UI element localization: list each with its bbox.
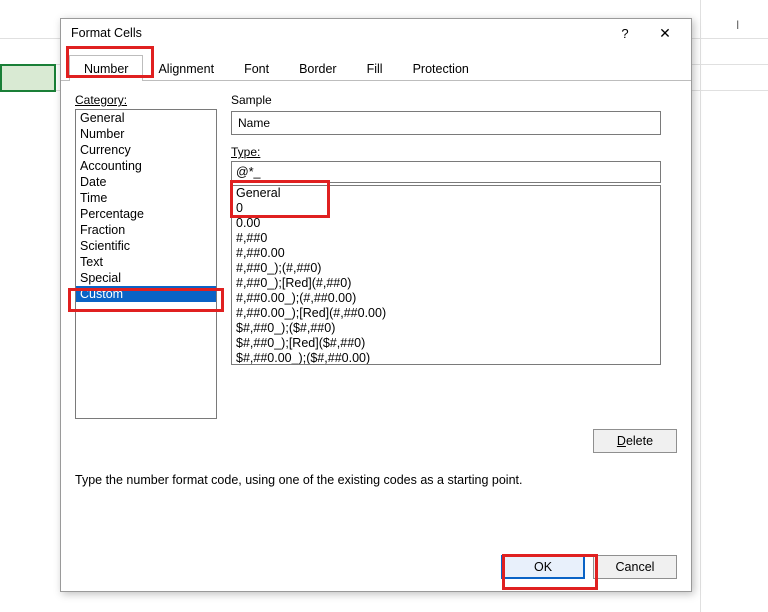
format-item[interactable]: #,##0 <box>232 231 660 246</box>
category-item[interactable]: Text <box>76 254 216 270</box>
category-item[interactable]: Special <box>76 270 216 286</box>
category-item[interactable]: Currency <box>76 142 216 158</box>
type-input[interactable] <box>231 161 661 183</box>
format-item[interactable]: 0.00 <box>232 216 660 231</box>
format-item[interactable]: #,##0_);(#,##0) <box>232 261 660 276</box>
format-item[interactable]: $#,##0_);($#,##0) <box>232 321 660 336</box>
category-label: Category: <box>75 93 127 107</box>
dialog-footer: OK Cancel <box>61 543 691 591</box>
tab-border[interactable]: Border <box>284 55 352 81</box>
tab-protection[interactable]: Protection <box>398 55 484 81</box>
category-item[interactable]: Percentage <box>76 206 216 222</box>
sample-value: Name <box>231 111 661 135</box>
column-header: I <box>736 18 739 32</box>
format-item[interactable]: #,##0.00_);(#,##0.00) <box>232 291 660 306</box>
category-item[interactable]: Custom <box>76 286 216 302</box>
format-item[interactable]: #,##0.00 <box>232 246 660 261</box>
tab-font[interactable]: Font <box>229 55 284 81</box>
delete-button[interactable]: Delete <box>593 429 677 453</box>
tab-strip: NumberAlignmentFontBorderFillProtection <box>61 51 691 81</box>
category-item[interactable]: Scientific <box>76 238 216 254</box>
format-item[interactable]: 0 <box>232 201 660 216</box>
format-item[interactable]: General <box>232 186 660 201</box>
dialog-body: Category: GeneralNumberCurrencyAccountin… <box>61 81 691 543</box>
format-item[interactable]: #,##0.00_);[Red](#,##0.00) <box>232 306 660 321</box>
category-item[interactable]: Accounting <box>76 158 216 174</box>
category-item[interactable]: Time <box>76 190 216 206</box>
dialog-titlebar: Format Cells ? ✕ <box>61 19 691 47</box>
category-item[interactable]: Number <box>76 126 216 142</box>
category-item[interactable]: Fraction <box>76 222 216 238</box>
type-label: Type: <box>231 145 260 159</box>
selected-cell <box>0 64 56 92</box>
sample-label: Sample <box>231 93 677 107</box>
right-pane: Sample Name Type: General00.00#,##0#,##0… <box>231 93 677 365</box>
category-item[interactable]: Date <box>76 174 216 190</box>
category-listbox[interactable]: GeneralNumberCurrencyAccountingDateTimeP… <box>75 109 217 419</box>
close-button[interactable]: ✕ <box>645 22 685 44</box>
ok-button[interactable]: OK <box>501 555 585 579</box>
format-item[interactable]: #,##0_);[Red](#,##0) <box>232 276 660 291</box>
hint-text: Type the number format code, using one o… <box>75 473 677 487</box>
dialog-title: Format Cells <box>71 26 605 40</box>
help-button[interactable]: ? <box>605 22 645 44</box>
cancel-button[interactable]: Cancel <box>593 555 677 579</box>
tab-number[interactable]: Number <box>69 55 143 81</box>
tab-alignment[interactable]: Alignment <box>143 55 229 81</box>
format-listbox[interactable]: General00.00#,##0#,##0.00#,##0_);(#,##0)… <box>231 185 661 365</box>
format-item[interactable]: $#,##0.00_);($#,##0.00) <box>232 351 660 365</box>
category-item[interactable]: General <box>76 110 216 126</box>
format-cells-dialog: Format Cells ? ✕ NumberAlignmentFontBord… <box>60 18 692 592</box>
tab-fill[interactable]: Fill <box>352 55 398 81</box>
format-item[interactable]: $#,##0_);[Red]($#,##0) <box>232 336 660 351</box>
